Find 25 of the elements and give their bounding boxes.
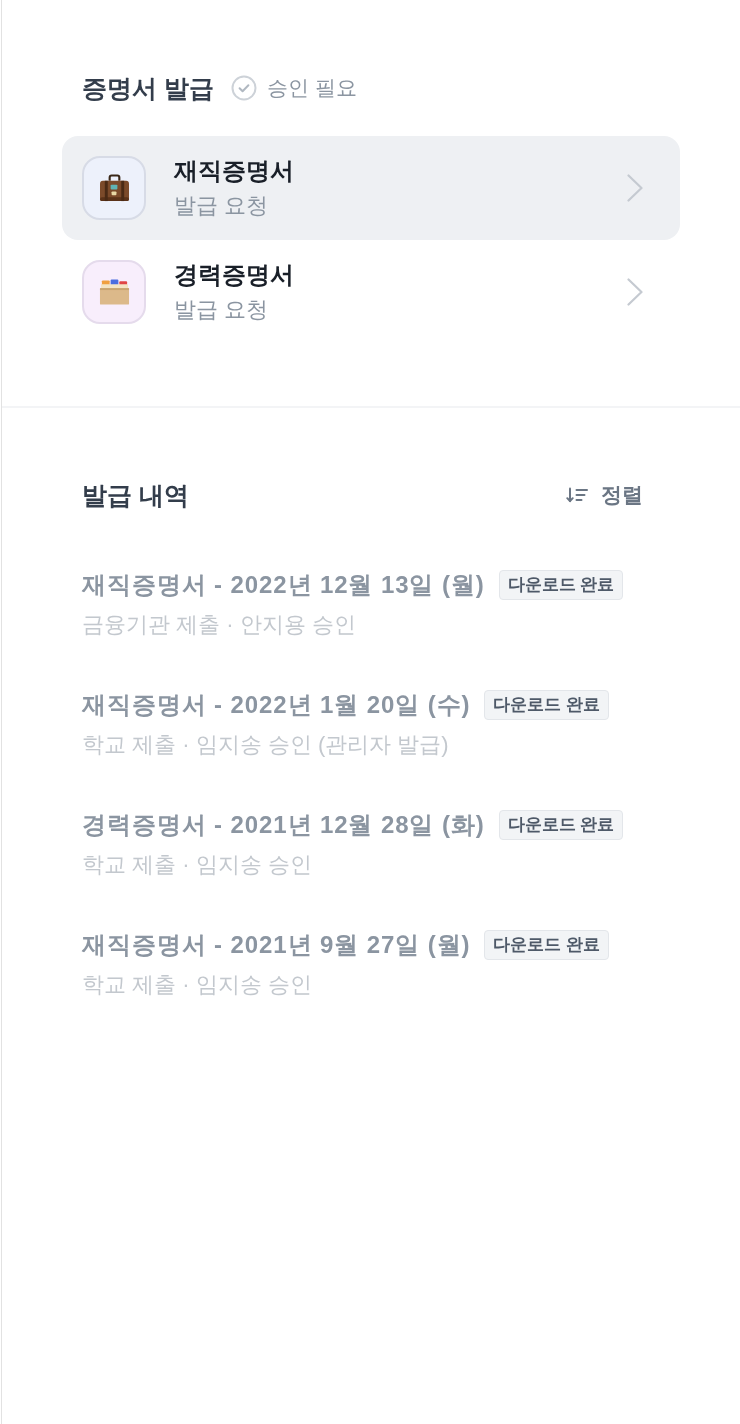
certificate-title: 경력증명서 (174, 259, 294, 290)
file-box-icon (82, 260, 146, 324)
history-detail: 금융기관 제출 · 안지용 승인 (82, 611, 357, 639)
history-detail: 학교 제출 · 임지송 승인 (관리자 발급) (82, 731, 450, 759)
sort-icon (566, 487, 590, 503)
status-badge: 다운로드 완료 (484, 930, 610, 960)
history-title: 재직증명서 - 2022년 12월 13일 (월) (82, 570, 485, 600)
chevron-right-icon (627, 278, 643, 306)
status-badge: 다운로드 완료 (498, 810, 624, 840)
suitcase-icon (82, 156, 146, 220)
status-badge: 다운로드 완료 (498, 570, 624, 600)
history-title: 재직증명서 - 2022년 1월 20일 (수) (82, 690, 471, 720)
section-title: 증명서 발급 (82, 73, 214, 104)
history-detail: 학교 제출 · 임지송 승인 (82, 851, 313, 879)
certificate-title: 재직증명서 (174, 155, 294, 186)
section-title: 발급 내역 (82, 480, 189, 511)
status-badge: 다운로드 완료 (484, 690, 610, 720)
request-label: 발급 요청 (174, 295, 269, 324)
history-detail: 학교 제출 · 임지송 승인 (82, 971, 313, 999)
history-title: 경력증명서 - 2021년 12월 28일 (화) (82, 810, 485, 840)
chevron-right-icon (627, 174, 643, 202)
certificate-item[interactable]: 재직증명서 발급 요청 (62, 136, 680, 240)
history-title: 재직증명서 - 2021년 9월 27일 (월) (82, 930, 471, 960)
request-label: 발급 요청 (174, 191, 269, 220)
sort-button[interactable]: 정렬 (566, 481, 643, 509)
